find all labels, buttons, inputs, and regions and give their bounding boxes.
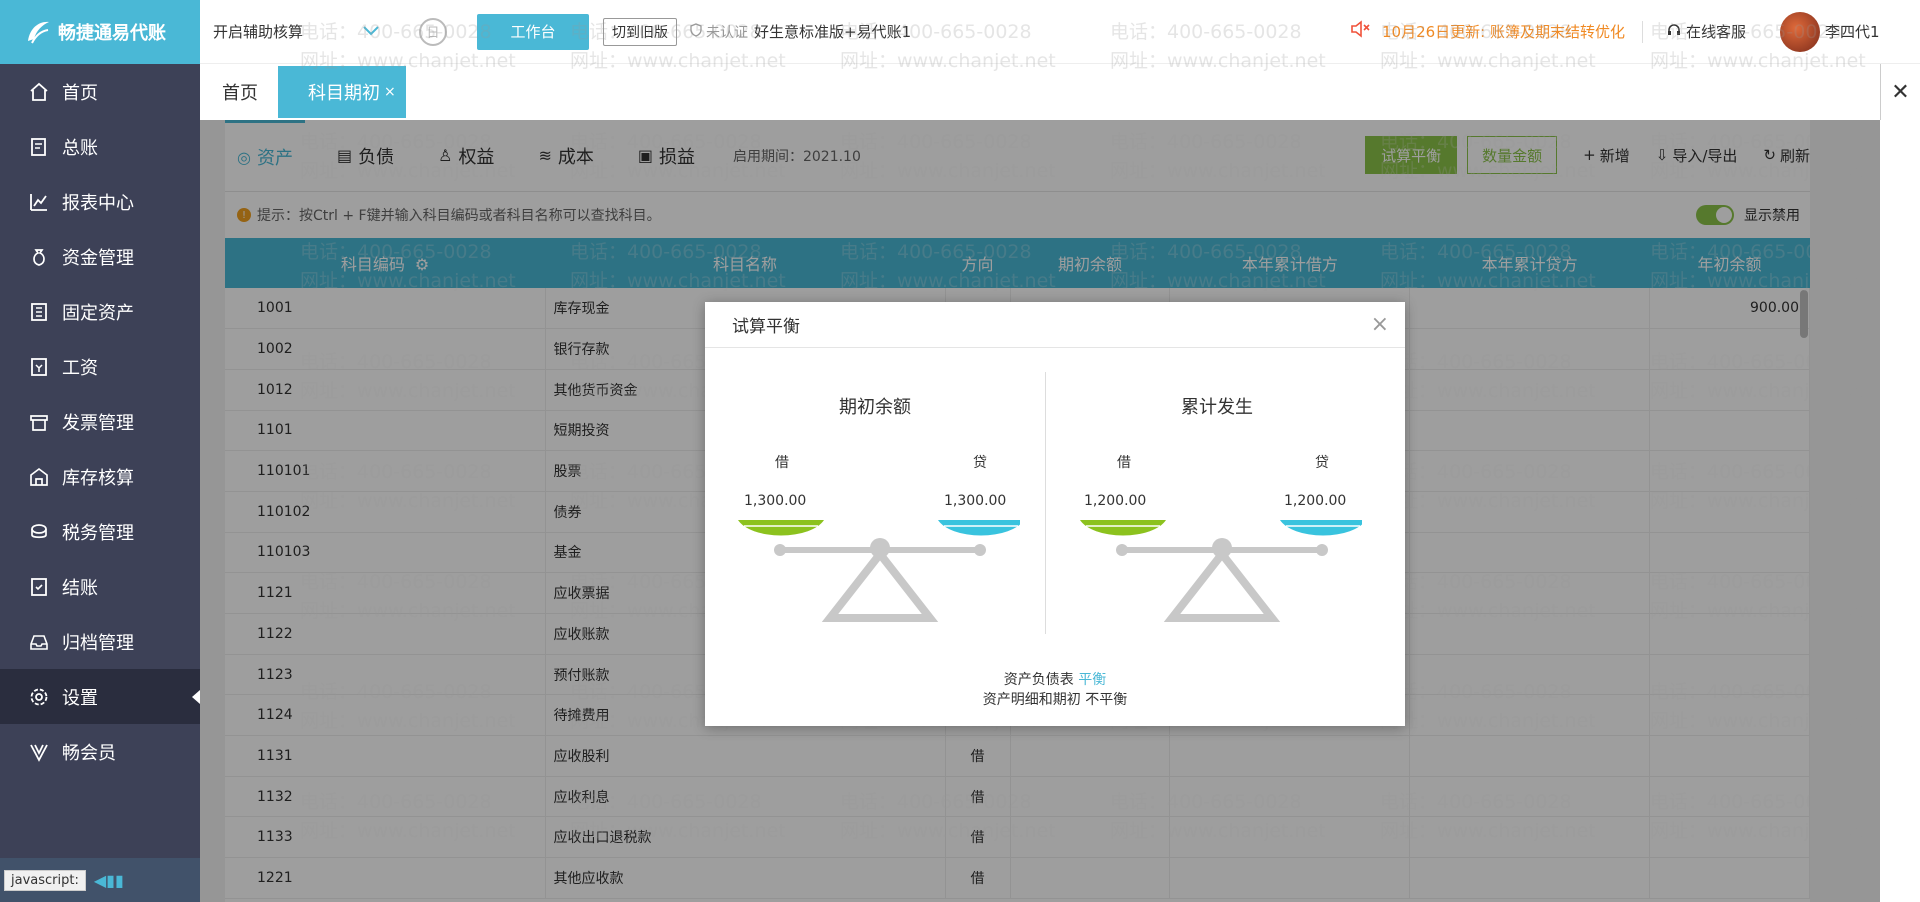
sidebar-nav: 首页总账报表中心资金管理固定资产工资发票管理库存核算税务管理结账归档管理设置畅会…: [0, 64, 200, 779]
debit-label: 借: [1117, 455, 1131, 471]
switch-old-version-button[interactable]: 切到旧版: [603, 17, 678, 46]
sidebar-item-label: 畅会员: [62, 742, 116, 764]
assist-accounting-label: 开启辅助核算: [213, 23, 304, 41]
building-icon: [28, 301, 50, 323]
close-icon[interactable]: ×: [1371, 312, 1389, 337]
avatar[interactable]: [1780, 11, 1820, 52]
archive-icon: [28, 631, 50, 653]
sidebar-item-label: 总账: [62, 137, 98, 159]
credit-label: 贷: [973, 455, 987, 471]
sidebar-item-label: 结账: [62, 577, 98, 599]
sidebar-item[interactable]: 首页: [0, 64, 200, 119]
cert-label: 未认证: [706, 24, 749, 41]
opening-debit-value: 1,300.00: [744, 493, 807, 509]
balance-scale-icon: [730, 508, 1024, 632]
chevron-down-icon: [363, 24, 379, 40]
accumulated-title: 累计发生: [1181, 397, 1253, 418]
user-name[interactable]: 李四代1: [1825, 21, 1880, 42]
speaker-icon: [1350, 19, 1372, 44]
vip-icon: [28, 741, 50, 763]
workbench-button[interactable]: 工作台: [477, 13, 590, 50]
sidebar-item-label: 税务管理: [62, 522, 134, 544]
tab-account-opening-label: 科目期初: [308, 83, 380, 104]
sidebar-item-label: 发票管理: [62, 412, 134, 434]
sidebar-item-label: 归档管理: [62, 632, 134, 654]
dialog-body: 期初余额 借 贷 1,300.00 1,300.00 累计发生 借 贷 1,20…: [705, 348, 1405, 726]
sidebar-item-label: 库存核算: [62, 467, 134, 489]
accumulated-credit-value: 1,200.00: [1284, 493, 1347, 509]
tab-home[interactable]: 首页: [222, 79, 258, 105]
header-divider: [1642, 20, 1643, 43]
sidebar-item[interactable]: 发票管理: [0, 394, 200, 449]
sidebar-item-label: 首页: [62, 82, 98, 104]
balance-result: 资产负债表 平衡 资产明细和期初 不平衡: [705, 670, 1405, 710]
sidebar-item-label: 资金管理: [62, 247, 134, 269]
collapse-sidebar-icon[interactable]: ◀▮▮: [94, 871, 124, 890]
sidebar-item[interactable]: 报表中心: [0, 174, 200, 229]
sidebar-item[interactable]: 固定资产: [0, 284, 200, 339]
balance-scale-icon: [1072, 508, 1366, 632]
sidebar-item-label: 固定资产: [62, 302, 134, 324]
sidebar-footer: javascript: ◀▮▮: [0, 858, 200, 902]
shield-icon: [689, 22, 703, 41]
checkout-icon: [28, 576, 50, 598]
top-header: 开启辅助核算 日 工作台 切到旧版 未认证 好生意标准版+易代账1 10月26日…: [200, 0, 1920, 64]
sidebar-item[interactable]: 总账: [0, 119, 200, 174]
home-icon: [28, 81, 50, 103]
money-bag-icon: [28, 246, 50, 268]
sidebar-item[interactable]: 资金管理: [0, 229, 200, 284]
warehouse-icon: [28, 466, 50, 488]
sidebar-item[interactable]: 结账: [0, 559, 200, 614]
status-bar-text: javascript:: [4, 869, 86, 891]
opening-credit-value: 1,300.00: [944, 493, 1007, 509]
tax-icon: [28, 521, 50, 543]
invoice-icon: [28, 411, 50, 433]
logo-text: 畅捷通易代账: [58, 23, 166, 44]
page-tabs: 首页 科目期初 × ✕: [200, 64, 1920, 120]
chart-icon: [28, 191, 50, 213]
dialog-title: 试算平衡: [732, 317, 800, 337]
update-notice-text: 10月26日更新: 账簿及期末结转优化: [1382, 23, 1625, 41]
sidebar-item[interactable]: 库存核算: [0, 449, 200, 504]
gear-icon: [28, 686, 50, 708]
debit-label: 借: [775, 455, 789, 471]
calendar-icon[interactable]: 日: [419, 17, 448, 46]
opening-balance-title: 期初余额: [839, 397, 911, 418]
cert-status[interactable]: 未认证: [689, 22, 748, 42]
dialog-header: 试算平衡 ×: [705, 302, 1405, 348]
logo[interactable]: 畅捷通易代账: [0, 0, 200, 64]
sidebar-item[interactable]: 畅会员: [0, 724, 200, 779]
accumulated-debit-value: 1,200.00: [1084, 493, 1147, 509]
sidebar: 畅捷通易代账 首页总账报表中心资金管理固定资产工资发票管理库存核算税务管理结账归…: [0, 0, 200, 902]
detail-balance-status: 资产明细和期初 不平衡: [982, 692, 1128, 708]
sidebar-item-label: 设置: [62, 687, 98, 709]
headset-icon: [1666, 22, 1682, 42]
close-tab-icon[interactable]: ×: [384, 84, 396, 100]
salary-icon: [28, 356, 50, 378]
ledger-icon: [28, 136, 50, 158]
accumulated-scale: 累计发生 借 贷 1,200.00 1,200.00: [1047, 348, 1387, 638]
dialog-divider: [1045, 372, 1046, 634]
sidebar-item[interactable]: 设置: [0, 669, 200, 724]
sidebar-item[interactable]: 税务管理: [0, 504, 200, 559]
close-all-tabs-icon[interactable]: ✕: [1880, 64, 1920, 120]
table-scrollbar[interactable]: [1800, 290, 1808, 338]
opening-balance-scale: 期初余额 借 贷 1,300.00 1,300.00: [705, 348, 1045, 638]
credit-label: 贷: [1315, 455, 1329, 471]
assist-accounting-dropdown[interactable]: 开启辅助核算: [213, 21, 379, 42]
tab-account-opening[interactable]: 科目期初 ×: [278, 66, 406, 118]
balance-sheet-status: 平衡: [1078, 672, 1107, 688]
update-notice[interactable]: 10月26日更新: 账簿及期末结转优化: [1350, 19, 1625, 44]
logo-icon: [20, 15, 54, 49]
sidebar-item[interactable]: 工资: [0, 339, 200, 394]
sidebar-item-label: 工资: [62, 357, 98, 379]
sidebar-item-label: 报表中心: [62, 192, 134, 214]
trial-balance-dialog: 试算平衡 × 期初余额 借 贷 1,300.00 1,300.00 累计发生 借…: [705, 302, 1405, 726]
sidebar-item[interactable]: 归档管理: [0, 614, 200, 669]
company-name[interactable]: 好生意标准版+易代账1: [754, 21, 911, 42]
online-service-label: 在线客服: [1686, 23, 1747, 41]
balance-sheet-label: 资产负债表: [1003, 672, 1074, 688]
online-service-link[interactable]: 在线客服: [1666, 21, 1746, 42]
